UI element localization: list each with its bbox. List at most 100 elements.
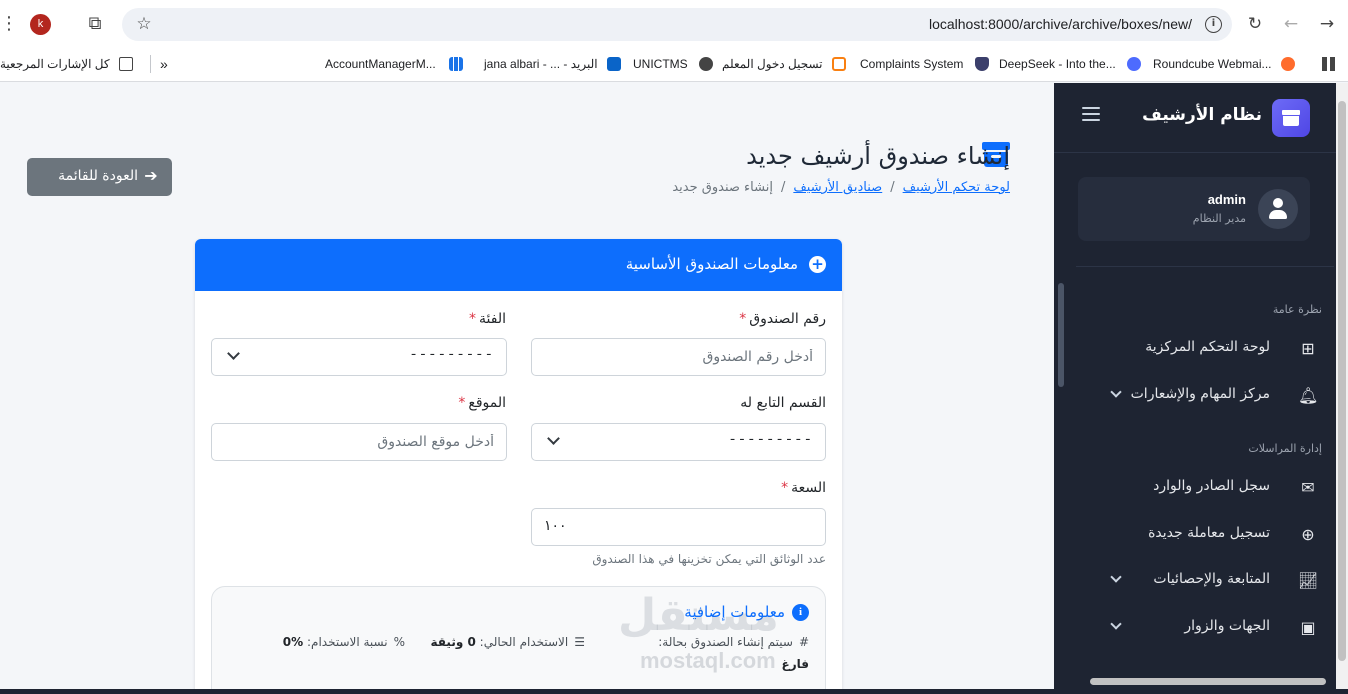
bookmark-label: jana albari - ... - البريد (484, 57, 598, 71)
usage-text: الاستخدام الحالي: (479, 635, 569, 649)
label-text: القسم التابع له (740, 395, 826, 411)
deepseek-icon (1127, 57, 1142, 71)
user-avatar-icon (1258, 189, 1298, 229)
chevron-down-icon[interactable] (1108, 618, 1124, 634)
bookmark-star-icon[interactable]: ☆ (134, 14, 154, 34)
plus-circle-icon: + (809, 256, 826, 273)
bookmark-unictms[interactable]: UNICTMS (633, 55, 714, 73)
sidebar-item-contacts[interactable]: ▣ الجهات والزوار (1066, 607, 1348, 647)
capacity-help-text: عدد الوثائق التي يمكن تخزينها في هذا الص… (592, 552, 826, 566)
sidebar-vertical-scrollbar[interactable] (1336, 83, 1348, 694)
card-header: + معلومات الصندوق الأساسية (195, 239, 842, 291)
box-info-card: + معلومات الصندوق الأساسية رقم الصندوق* … (195, 239, 842, 694)
chevron-down-icon[interactable] (1108, 571, 1124, 587)
capacity-input[interactable]: ١٠٠ (531, 508, 826, 546)
label-text: السعة (791, 480, 826, 496)
back-to-list-button[interactable]: ➔ العودة للقائمة (27, 158, 172, 196)
shield-icon (974, 57, 989, 71)
box-number-input[interactable] (531, 338, 826, 376)
bookmark-label: تسجيل دخول المعلم (722, 57, 823, 71)
site-info-icon[interactable]: i (1205, 16, 1222, 33)
breadcrumb-home-link[interactable]: لوحة تحكم الأرشيف (903, 180, 1010, 195)
bookmark-all[interactable]: كل الإشارات المرجعية (0, 55, 133, 73)
sidebar-item-label: مركز المهام والإشعارات (1130, 386, 1270, 402)
category-selected-value: --------- (409, 347, 494, 363)
chevron-down-icon[interactable] (1108, 386, 1124, 402)
chevron-down-icon (226, 349, 240, 363)
sidebar-header: نظام الأرشيف (1054, 83, 1336, 153)
department-selected-value: --------- (728, 432, 813, 448)
breadcrumb-current: إنشاء صندوق جديد (672, 180, 773, 195)
page-title: إنشاء صندوق أرشيف جديد (746, 142, 1010, 170)
apps-grid-icon[interactable] (1322, 57, 1336, 71)
bookmark-mail[interactable]: jana albari - ... - البريد (484, 55, 621, 73)
back-icon[interactable]: ← (1280, 13, 1302, 35)
user-name: admin (1207, 192, 1246, 207)
sidebar-item-dashboard[interactable]: ⊞ لوحة التحكم المركزية (1066, 328, 1348, 368)
card-title: معلومات الصندوق الأساسية (625, 255, 798, 273)
bookmarks-bar: كل الإشارات المرجعية » AccountManagerM..… (0, 46, 1348, 82)
capacity-value: ١٠٠ (544, 518, 567, 534)
sidebar-scroll-handle[interactable] (1058, 283, 1064, 387)
sidebar-horizontal-scrollbar[interactable] (1078, 676, 1336, 686)
address-bar[interactable]: ☆ localhost:8000/archive/archive/boxes/n… (122, 8, 1232, 41)
sidebar-item-new-transaction[interactable]: ⊕ تسجيل معاملة جديدة (1066, 514, 1348, 554)
bookmark-label: Complaints System (860, 57, 964, 71)
forward-icon[interactable]: → (1316, 13, 1338, 35)
archive-logo-icon (1272, 99, 1310, 137)
hamburger-menu-icon[interactable] (1082, 107, 1100, 123)
sidebar-item-registry[interactable]: ✉ سجل الصادر والوارد (1066, 467, 1348, 507)
bookmark-roundcube[interactable]: Roundcube Webmai... (1153, 55, 1295, 73)
breadcrumb: لوحة تحكم الأرشيف / صناديق الأرشيف / إنشاء ص… (672, 180, 1010, 195)
sidebar: نظام الأرشيف admin مدير النظام نظرة عامة… (1054, 83, 1348, 694)
bookmark-label: Roundcube Webmai... (1153, 57, 1272, 71)
reload-icon[interactable]: ↻ (1244, 13, 1266, 35)
bottom-edge (0, 689, 1348, 694)
url-text: localhost:8000/archive/archive/boxes/new… (928, 16, 1192, 32)
box-number-label: رقم الصندوق* (739, 311, 826, 327)
hash-icon: # (798, 635, 809, 649)
sidebar-item-label: المتابعة والإحصائيات (1153, 571, 1270, 587)
department-select[interactable]: --------- (531, 423, 826, 461)
sidebar-divider (1076, 266, 1334, 267)
sidebar-item-label: تسجيل معاملة جديدة (1148, 525, 1270, 541)
moodle-icon (831, 57, 846, 71)
department-label: القسم التابع له (740, 395, 826, 411)
breadcrumb-boxes-link[interactable]: صناديق الأرشيف (793, 180, 882, 195)
bookmark-label: DeepSeek - Into the... (999, 57, 1116, 71)
more-bookmarks-icon[interactable]: » (160, 55, 168, 73)
bookmark-teacher-login[interactable]: تسجيل دخول المعلم (722, 55, 846, 73)
additional-info-box: i معلومات إضافية # سيتم إنشاء الصندوق بحا… (211, 586, 826, 694)
bookmark-accountmanager[interactable]: AccountManagerM... (325, 55, 464, 73)
location-label: الموقع* (458, 395, 506, 411)
info-icon: i (792, 604, 809, 621)
required-mark: * (781, 480, 789, 496)
profile-avatar[interactable]: k (30, 14, 51, 35)
bookmark-deepseek[interactable]: DeepSeek - Into the... (999, 55, 1142, 73)
sidebar-item-statistics[interactable]: 📈︎ المتابعة والإحصائيات (1066, 560, 1348, 600)
capacity-label: السعة* (781, 480, 826, 496)
ratio-text: نسبة الاستخدام: (306, 635, 388, 649)
chart-line-icon: 📈︎ (1298, 571, 1319, 590)
location-input[interactable] (211, 423, 507, 461)
label-text: الموقع (468, 395, 506, 411)
bookmark-label: AccountManagerM... (325, 57, 436, 71)
category-select[interactable]: --------- (211, 338, 507, 376)
bookmark-complaints[interactable]: Complaints System (860, 55, 989, 73)
required-mark: * (469, 311, 477, 327)
bookmark-label: UNICTMS (633, 57, 688, 71)
sidebar-item-label: سجل الصادر والوارد (1153, 478, 1270, 494)
browser-menu-icon[interactable]: ⋮ (0, 14, 18, 34)
outlook-icon (606, 57, 621, 71)
globe-icon (699, 57, 714, 71)
status-value-row: فارغ (782, 657, 809, 671)
status-text: سيتم إنشاء الصندوق بحالة: (658, 635, 793, 649)
sidebar-item-tasks[interactable]: 🔔︎ مركز المهام والإشعارات (1066, 375, 1348, 415)
percent-icon: % (393, 635, 405, 649)
extensions-icon[interactable]: ⧉ (84, 13, 106, 35)
cpanel-icon (1280, 57, 1295, 71)
section-correspondence: إدارة المراسلات (1248, 442, 1322, 455)
usage-row: ☰ الاستخدام الحالي: 0 وثيقة (431, 635, 586, 649)
user-card[interactable]: admin مدير النظام (1078, 177, 1310, 241)
contact-book-icon: ▣ (1300, 618, 1316, 637)
